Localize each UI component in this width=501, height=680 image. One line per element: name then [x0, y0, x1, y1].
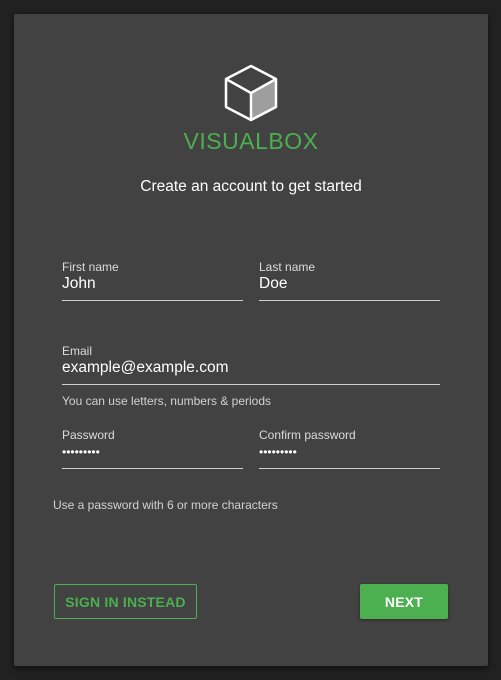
confirm-password-field[interactable]: Confirm password •••••••••: [259, 428, 440, 469]
brand-name: VISUALBOX: [183, 128, 319, 154]
password-input[interactable]: •••••••••: [62, 445, 100, 459]
confirm-password-label: Confirm password: [259, 428, 356, 442]
email-input[interactable]: example@example.com: [62, 359, 229, 377]
first-name-label: First name: [62, 260, 119, 274]
last-name-label: Last name: [259, 260, 316, 274]
password-field[interactable]: Password •••••••••: [62, 428, 243, 469]
email-hint: You can use letters, numbers & periods: [62, 394, 272, 408]
password-label: Password: [62, 428, 115, 442]
confirm-password-input[interactable]: •••••••••: [259, 445, 297, 459]
last-name-input[interactable]: Doe: [259, 275, 287, 293]
email-label: Email: [62, 344, 93, 358]
password-hint: Use a password with 6 or more characters: [53, 498, 278, 512]
next-button[interactable]: NEXT: [360, 584, 448, 619]
signup-card: VISUALBOX Create an account to get start…: [14, 14, 488, 666]
first-name-input[interactable]: John: [62, 275, 96, 293]
sign-in-instead-button[interactable]: SIGN IN INSTEAD: [54, 584, 197, 619]
email-field[interactable]: Email example@example.com: [62, 344, 440, 385]
last-name-field[interactable]: Last name Doe: [259, 260, 440, 301]
page-subtitle: Create an account to get started: [140, 178, 362, 195]
first-name-field[interactable]: First name John: [62, 260, 243, 301]
cube-icon: [224, 64, 278, 122]
